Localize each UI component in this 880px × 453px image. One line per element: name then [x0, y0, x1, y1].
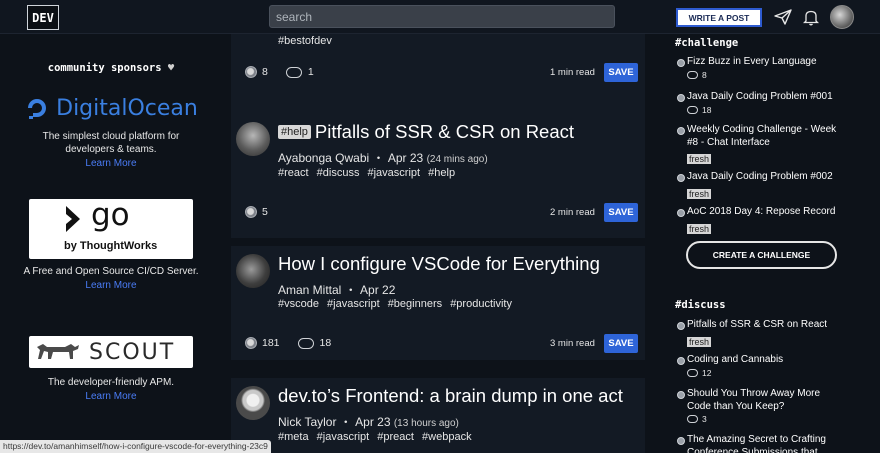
article-card[interactable]: dev.to’s Frontend: a brain dump in one a…: [231, 378, 645, 453]
reactions-icon: [245, 337, 257, 349]
tag-link[interactable]: #vscode: [278, 298, 319, 310]
user-avatar[interactable]: [830, 5, 854, 29]
connect-paper-plane-icon[interactable]: [772, 6, 794, 28]
help-flag[interactable]: #help: [278, 125, 311, 139]
create-challenge-button[interactable]: CREATE A CHALLENGE: [686, 241, 837, 269]
read-time: 2 min read: [550, 207, 595, 218]
digitalocean-logo[interactable]: DigitalOcean: [20, 88, 202, 128]
tag-link[interactable]: #preact: [377, 431, 414, 443]
challenge-item[interactable]: Fizz Buzz in Every Language 8: [676, 56, 844, 80]
comments-icon: [687, 415, 698, 423]
write-a-post-button[interactable]: WRITE A POST: [676, 8, 762, 27]
tag-link[interactable]: #webpack: [422, 431, 472, 443]
go-play-icon: [66, 206, 80, 232]
sponsor-description: A Free and Open Source CI/CD Server.: [23, 266, 199, 277]
post-tags: #vscode #javascript #beginners #producti…: [278, 298, 517, 310]
post-author: Aman Mittal ・ Apr 22: [278, 283, 396, 297]
post-title[interactable]: #help Pitfalls of SSR & CSR on React: [278, 121, 574, 143]
post-tags: #meta #javascript #preact #webpack: [278, 431, 477, 443]
author-avatar[interactable]: [236, 254, 270, 288]
reactions-count: 5: [262, 206, 268, 218]
dev-logo[interactable]: DEV: [27, 5, 59, 30]
search-input[interactable]: [269, 5, 615, 28]
challenge-heading[interactable]: #challenge: [675, 37, 738, 49]
comments-count[interactable]: 1: [308, 66, 314, 78]
tag-link[interactable]: #javascript: [317, 431, 370, 443]
read-time: 1 min read: [550, 67, 595, 78]
right-sidebar: #challenge Fizz Buzz in Every Language 8…: [672, 34, 880, 453]
scout-logo[interactable]: SCOUT: [29, 336, 193, 368]
post-tags: #bestofdev: [278, 35, 337, 47]
discuss-item[interactable]: Should You Throw Away More Code than You…: [676, 388, 844, 424]
post-author: Nick Taylor ・ Apr 23 (13 hours ago): [278, 415, 459, 429]
browser-status-url: https://dev.to/amanhimself/how-i-configu…: [0, 440, 271, 453]
post-title[interactable]: How I configure VSCode for Everything: [278, 253, 600, 275]
read-time: 3 min read: [550, 338, 595, 349]
challenge-item[interactable]: AoC 2018 Day 4: Repose Record fresh: [676, 206, 844, 237]
learn-more-link[interactable]: Learn More: [20, 280, 202, 291]
discuss-heading[interactable]: #discuss: [675, 299, 726, 311]
comments-count[interactable]: 18: [320, 337, 332, 349]
tag-link[interactable]: #bestofdev: [278, 35, 332, 47]
sponsor-scout[interactable]: SCOUT The developer-friendly APM. Learn …: [20, 336, 202, 402]
comments-icon: [687, 70, 698, 79]
sponsor-description: The simplest cloud platform for develope…: [42, 131, 180, 155]
learn-more-link[interactable]: Learn More: [20, 158, 202, 169]
author-avatar[interactable]: [236, 386, 270, 420]
tag-link[interactable]: #javascript: [368, 167, 421, 179]
challenge-item[interactable]: Java Daily Coding Problem #001 18: [676, 91, 844, 115]
learn-more-link[interactable]: Learn More: [20, 391, 202, 402]
comments-icon: [687, 105, 698, 114]
tag-link[interactable]: #react: [278, 167, 309, 179]
article-card[interactable]: #help Pitfalls of SSR & CSR on React Ayab…: [231, 114, 645, 238]
save-button[interactable]: SAVE: [604, 203, 638, 222]
post-author: Ayabonga Qwabi ・ Apr 23 (24 mins ago): [278, 151, 488, 165]
post-stats: 8 1: [245, 66, 314, 78]
reactions-count: 8: [262, 66, 268, 78]
discuss-item[interactable]: The Amazing Secret to Crafting Conferenc…: [676, 434, 844, 453]
section-divider: [672, 284, 880, 298]
challenge-item[interactable]: Weekly Coding Challenge - Week #8 - Chat…: [676, 124, 844, 167]
tag-link[interactable]: #meta: [278, 431, 309, 443]
tag-link[interactable]: #discuss: [317, 167, 360, 179]
scout-dog-icon: [37, 344, 79, 359]
article-card[interactable]: How I configure VSCode for Everything Am…: [231, 246, 645, 360]
post-title[interactable]: dev.to’s Frontend: a brain dump in one a…: [278, 385, 623, 407]
discuss-item[interactable]: Pitfalls of SSR & CSR on React fresh: [676, 319, 844, 350]
discuss-item[interactable]: Coding and Cannabis 12: [676, 354, 844, 378]
post-stats: 181 18: [245, 337, 331, 349]
comments-icon[interactable]: [297, 337, 314, 349]
reactions-count: 181: [262, 337, 280, 349]
save-button[interactable]: SAVE: [604, 63, 638, 82]
go-logo[interactable]: go by ThoughtWorks: [29, 197, 193, 259]
heart-icon: ♥: [167, 62, 175, 74]
post-tags: #react #discuss #javascript #help: [278, 167, 460, 179]
tag-link[interactable]: #productivity: [450, 298, 512, 310]
sponsor-description: The developer-friendly APM.: [47, 377, 175, 388]
top-navbar: DEV WRITE A POST: [0, 0, 880, 34]
sponsor-digitalocean[interactable]: DigitalOcean The simplest cloud platform…: [20, 88, 202, 169]
fresh-badge: fresh: [687, 336, 712, 347]
fresh-badge: fresh: [687, 154, 712, 164]
notifications-bell-icon[interactable]: [800, 6, 822, 28]
tag-link[interactable]: #help: [428, 167, 455, 179]
reactions-icon: [245, 66, 257, 78]
author-avatar[interactable]: [236, 122, 270, 156]
fresh-badge: fresh: [687, 188, 712, 199]
save-button[interactable]: SAVE: [604, 334, 638, 353]
challenge-item[interactable]: Java Daily Coding Problem #002 fresh: [676, 171, 844, 202]
tag-link[interactable]: #javascript: [327, 298, 380, 310]
post-stats: 5: [245, 206, 268, 218]
article-feed: #bestofdev 8 1 1 min read SAVE #help Pitf…: [231, 34, 645, 453]
sponsors-heading: community sponsors ♥: [47, 62, 175, 74]
comments-icon[interactable]: [285, 66, 302, 78]
reactions-icon: [245, 206, 257, 218]
sponsor-thoughtworks-go[interactable]: go by ThoughtWorks A Free and Open Sourc…: [20, 197, 202, 291]
digitalocean-icon: [28, 99, 47, 119]
tag-link[interactable]: #beginners: [388, 298, 442, 310]
comments-icon: [687, 368, 698, 377]
sponsors-sidebar: community sponsors ♥ DigitalOcean The si…: [20, 54, 202, 402]
fresh-badge: fresh: [687, 223, 712, 234]
